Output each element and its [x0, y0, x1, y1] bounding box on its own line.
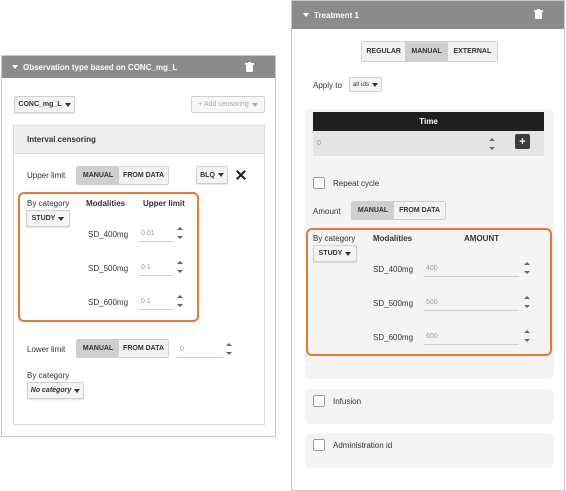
chevron-down-icon	[58, 216, 65, 221]
trash-icon[interactable]	[534, 9, 543, 19]
lower-limit-label: Lower limit	[27, 345, 66, 354]
lower-limit-toggle: MANUAL FROM DATA	[76, 339, 169, 358]
repeat-cycle-checkbox[interactable]	[313, 177, 325, 189]
number-stepper-icon[interactable]	[489, 138, 495, 150]
upper-limit-column-header: Upper limit	[143, 199, 185, 208]
amount-input[interactable]: 500	[424, 295, 519, 311]
regular-button[interactable]: REGULAR	[362, 42, 406, 61]
amount-column-header: AMOUNT	[464, 234, 500, 243]
by-category-label: By category	[27, 199, 70, 208]
amount-from-data-button[interactable]: FROM DATA	[394, 202, 445, 219]
chevron-down-icon	[217, 173, 224, 177]
upper-limit-input[interactable]: 0.01	[139, 226, 173, 242]
plus-icon: +	[519, 135, 526, 148]
upper-limit-manual-button[interactable]: MANUAL	[77, 167, 120, 184]
time-input[interactable]: 0	[315, 135, 495, 152]
chevron-down-icon	[64, 102, 71, 107]
number-stepper-icon[interactable]	[524, 262, 530, 274]
amount-input[interactable]: 600	[424, 329, 519, 345]
number-stepper-icon[interactable]	[524, 296, 530, 308]
treatment-panel-header[interactable]: Treatment 1	[292, 1, 564, 29]
infusion-label: Infusion	[333, 397, 362, 406]
number-stepper-icon[interactable]	[177, 227, 183, 239]
repeat-cycle-label: Repeat cycle	[333, 179, 380, 188]
lower-limit-input[interactable]: 0	[178, 342, 222, 358]
interval-censoring-header: Interval censoring	[14, 126, 264, 154]
apply-to-label: Apply to	[313, 81, 342, 90]
number-stepper-icon[interactable]	[177, 295, 183, 307]
amount-manual-button[interactable]: MANUAL	[352, 202, 395, 219]
administration-id-label: Administration id	[333, 441, 393, 450]
modality-label: SD_500mg	[88, 264, 129, 273]
chevron-down-icon	[345, 251, 352, 256]
chevron-down-icon	[372, 82, 379, 87]
treatment-panel: Treatment 1 REGULAR MANUAL EXTERNAL Appl…	[291, 0, 565, 491]
study-dropdown[interactable]: STUDY	[313, 245, 357, 262]
amount-toggle: MANUAL FROM DATA	[351, 201, 446, 220]
collapse-caret-icon[interactable]	[12, 65, 18, 69]
observation-panel-title: Observation type based on CONC_mg_L	[23, 62, 178, 72]
observation-type-panel: Observation type based on CONC_mg_L CONC…	[1, 55, 276, 437]
amount-input[interactable]: 400	[424, 261, 519, 277]
chevron-down-icon	[251, 102, 258, 107]
infusion-checkbox[interactable]	[313, 395, 325, 407]
no-category-dropdown[interactable]: No category	[27, 382, 84, 399]
modalities-header: Modalities	[373, 234, 413, 243]
infusion-card	[305, 389, 554, 424]
treatment-type-toggle: REGULAR MANUAL EXTERNAL	[361, 41, 498, 62]
upper-limit-input[interactable]: 0.1	[139, 260, 173, 276]
number-stepper-icon[interactable]	[226, 343, 232, 355]
apply-to-dropdown[interactable]: all ids	[349, 77, 382, 92]
interval-censoring-title: Interval censoring	[27, 135, 96, 144]
observation-panel-header[interactable]: Observation type based on CONC_mg_L	[2, 56, 275, 78]
treatment-panel-title: Treatment 1	[314, 10, 359, 20]
by-category-label: By category	[313, 234, 356, 243]
upper-limit-toggle: MANUAL FROM DATA	[76, 166, 169, 185]
add-censoring-button[interactable]: + Add censoring	[191, 96, 265, 113]
trash-icon[interactable]	[245, 62, 254, 72]
lower-limit-from-data-button[interactable]: FROM DATA	[119, 340, 168, 357]
manual-button[interactable]: MANUAL	[405, 42, 448, 61]
close-icon[interactable]	[236, 170, 246, 180]
modality-label: SD_600mg	[373, 333, 414, 342]
number-stepper-icon[interactable]	[177, 261, 183, 273]
chevron-down-icon	[74, 388, 81, 393]
amount-label: Amount	[313, 207, 341, 216]
lower-limit-manual-button[interactable]: MANUAL	[77, 340, 120, 357]
time-column-header: Time	[313, 112, 544, 131]
modality-label: SD_400mg	[88, 230, 129, 239]
upper-limit-from-data-button[interactable]: FROM DATA	[119, 167, 168, 184]
upper-limit-label: Upper limit	[27, 171, 66, 180]
modalities-header: Modalities	[86, 199, 126, 208]
modality-label: SD_500mg	[373, 299, 414, 308]
upper-limit-input[interactable]: 0.1	[139, 294, 173, 310]
external-button[interactable]: EXTERNAL	[447, 42, 497, 61]
blq-dropdown[interactable]: BLQ	[196, 166, 228, 184]
by-category-label: By category	[27, 371, 70, 380]
administration-id-checkbox[interactable]	[313, 439, 325, 451]
administration-id-card	[305, 433, 554, 468]
collapse-caret-icon[interactable]	[303, 13, 309, 17]
variable-dropdown[interactable]: CONC_mg_L	[14, 96, 75, 113]
modality-label: SD_400mg	[373, 265, 414, 274]
study-dropdown[interactable]: STUDY	[26, 210, 70, 227]
modality-label: SD_600mg	[88, 298, 129, 307]
number-stepper-icon[interactable]	[524, 330, 530, 342]
add-time-button[interactable]: +	[515, 134, 530, 149]
